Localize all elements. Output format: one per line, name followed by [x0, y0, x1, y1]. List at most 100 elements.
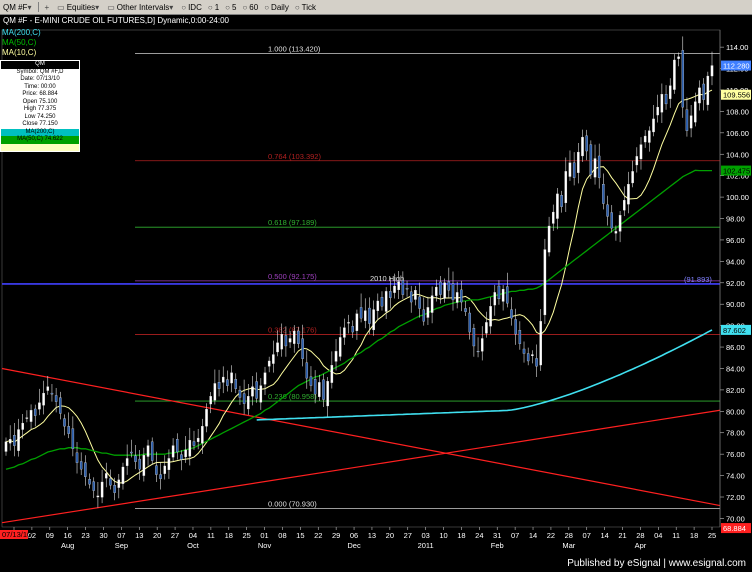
candle-body	[326, 381, 329, 407]
y-tick-label: 108.00	[726, 107, 749, 116]
info-ma10-row	[1, 143, 79, 151]
candle-body	[451, 283, 455, 301]
candle-body	[468, 312, 471, 333]
toolbar-separator	[38, 2, 40, 12]
symbol-field[interactable]: QM #F ▾	[0, 1, 36, 13]
y-tick-label: 80.00	[726, 407, 745, 416]
candle-body	[292, 330, 296, 344]
candle-body	[343, 327, 346, 338]
candle-body	[351, 326, 354, 333]
candle-body	[209, 396, 212, 405]
interval-1-label: 1	[214, 2, 220, 12]
candle-body	[205, 409, 208, 427]
interval-5-label: 5	[232, 2, 237, 12]
candle-body	[159, 474, 162, 479]
candle-body	[21, 422, 24, 430]
idc-button[interactable]: ○ IDC	[178, 1, 205, 13]
y-tick-label: 100.00	[726, 193, 749, 202]
x-tick-label: 08	[278, 531, 286, 540]
price-chart[interactable]: 1.000 (113.420) 0.764 (103.392) 0.618 (97.…	[0, 28, 752, 557]
radio-icon: ○	[242, 2, 248, 12]
candle-body	[322, 379, 325, 400]
x-tick-label: 18	[225, 531, 233, 540]
add-button[interactable]: +	[41, 1, 54, 13]
candle-body	[547, 225, 551, 253]
candle-body	[46, 386, 50, 391]
x-tick-label: 28	[636, 531, 644, 540]
candle-body	[4, 441, 8, 452]
candle-body	[29, 410, 33, 422]
y-tick-label: 94.00	[726, 257, 745, 266]
candle-body	[213, 383, 217, 401]
x-tick-label: 31	[493, 531, 501, 540]
interval-5-button[interactable]: ○ 5	[222, 1, 239, 13]
candle-body	[109, 478, 112, 486]
candle-body	[401, 280, 405, 295]
ma200-line	[256, 329, 713, 421]
radio-icon: ○	[264, 2, 270, 12]
chevron-down-icon: ▾	[27, 2, 32, 12]
ma200-legend: MA(200,C)	[2, 28, 41, 37]
candle-body	[685, 109, 689, 131]
candle-body	[50, 392, 54, 395]
candle-body	[113, 485, 116, 493]
candle-body	[96, 495, 100, 498]
candle-body	[422, 309, 426, 322]
x-month-label: Apr	[635, 541, 647, 550]
fib-label: 1.000 (113.420)	[268, 44, 321, 53]
x-month-label: Sep	[115, 541, 128, 550]
daily-button[interactable]: ○ Daily	[261, 1, 292, 13]
fib-label: 0.500 (92.175)	[268, 272, 317, 281]
candle-body	[79, 461, 83, 470]
candle-body	[280, 334, 283, 350]
candle-body	[301, 338, 304, 359]
high-line-value: (91.893)	[684, 275, 712, 284]
other-intervals-menu[interactable]: ▭ Other Intervals ▾	[104, 1, 178, 13]
candle-body	[267, 360, 271, 367]
candle-body	[330, 365, 334, 383]
candle-body	[163, 465, 166, 474]
x-tick-label: 07	[117, 531, 125, 540]
x-tick-label: 09	[46, 531, 54, 540]
candle-body	[297, 330, 300, 344]
candle-body	[180, 454, 183, 460]
candle-body	[664, 94, 668, 105]
x-month-label: Aug	[61, 541, 74, 550]
y-tick-label: 70.00	[726, 514, 745, 523]
y-tick-label: 98.00	[726, 215, 745, 224]
candle-body	[92, 481, 95, 491]
candle-body	[359, 307, 363, 319]
y-tick-label: 92.00	[726, 279, 745, 288]
candle-body	[71, 428, 75, 449]
candle-body	[288, 338, 292, 343]
interval-60-button[interactable]: ○ 60	[239, 1, 261, 13]
candle-body	[54, 395, 58, 402]
x-tick-label: 07	[511, 531, 519, 540]
candle-body	[105, 473, 108, 479]
candle-body	[589, 144, 593, 175]
candle-body	[196, 437, 200, 442]
candle-body	[125, 458, 129, 466]
tick-button[interactable]: ○ Tick	[292, 1, 319, 13]
y-tick-label: 106.00	[726, 129, 749, 138]
y-axis: 70.00 72.00 74.00 76.00 78.00 80.00 82.00 84.00…	[719, 30, 749, 527]
candle-body	[656, 106, 659, 116]
x-tick-label: 29	[332, 531, 340, 540]
interval-1-button[interactable]: ○ 1	[205, 1, 222, 13]
candle-body	[276, 342, 279, 353]
ma-legend: MA(200,C) MA(50,C) MA(10,C)	[2, 28, 41, 58]
folder-icon: ▭	[57, 2, 65, 12]
x-tick-label: 27	[171, 531, 179, 540]
x-tick-label: 13	[368, 531, 376, 540]
candle-body	[660, 94, 664, 113]
chevron-down-icon: ▾	[169, 2, 174, 12]
candle-body	[710, 65, 714, 77]
candle-body	[75, 452, 79, 463]
equities-menu[interactable]: ▭ Equities ▾	[54, 1, 104, 13]
candle-body	[447, 281, 451, 291]
candle-body	[556, 193, 559, 219]
candle-body	[146, 445, 150, 457]
candle-body	[627, 184, 630, 205]
info-ma50-row: MA(50,C) 74.622	[1, 136, 79, 144]
x-tick-label: 16	[64, 531, 72, 540]
